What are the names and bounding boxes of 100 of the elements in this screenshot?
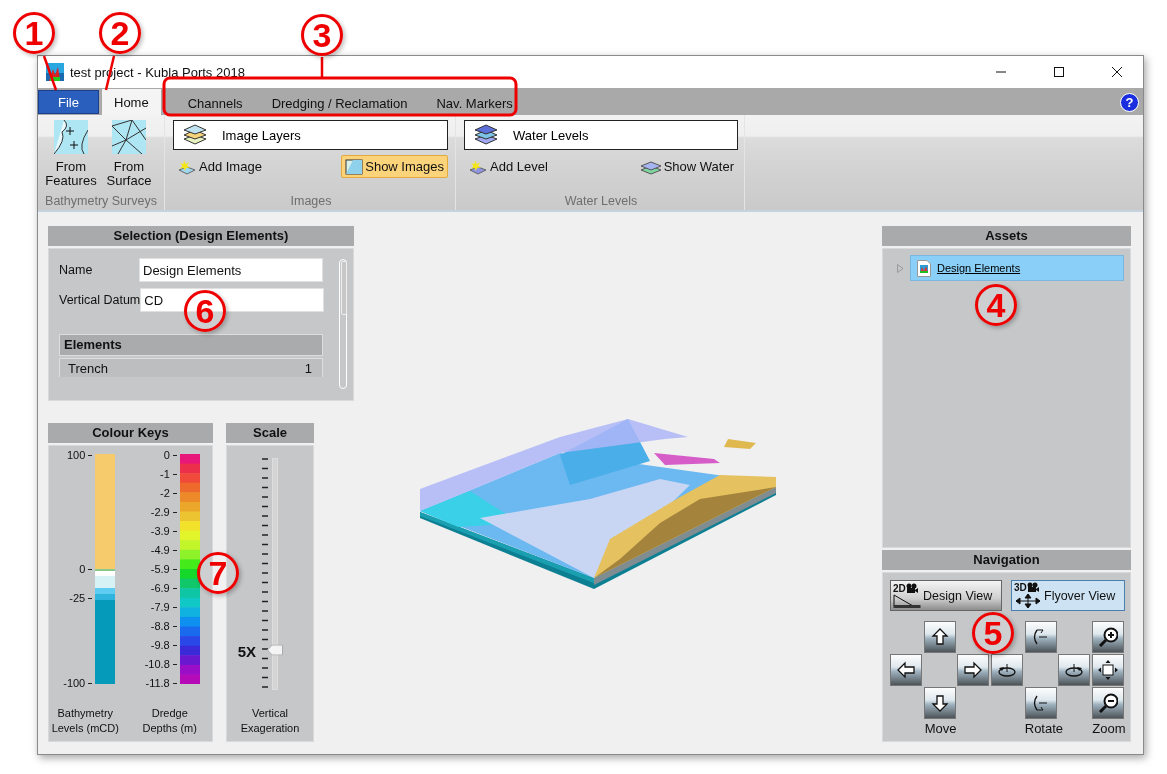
group-label: Water Levels bbox=[563, 194, 639, 210]
add-layer-icon bbox=[468, 158, 488, 175]
callout-marker: 1 bbox=[13, 12, 55, 54]
toggle-button[interactable]: Show Water bbox=[635, 155, 738, 178]
nav-group-label: Move bbox=[923, 721, 958, 736]
panel-header: Selection (Design Elements) bbox=[48, 226, 354, 246]
key-tick-label: -100 bbox=[63, 677, 86, 689]
ribbon-tab[interactable]: Home bbox=[102, 89, 161, 115]
ribbon-tab[interactable]: Channels bbox=[175, 91, 255, 115]
slider-caption: Vertical Exageration bbox=[239, 706, 301, 736]
callout-marker: 2 bbox=[99, 12, 141, 54]
tree-item[interactable]: Design Elements bbox=[910, 255, 1124, 281]
nav-group-label: Zoom bbox=[1092, 721, 1126, 736]
survey-map-icon bbox=[54, 120, 88, 154]
zoom-in-icon bbox=[1098, 627, 1119, 647]
layer-dropdown[interactable]: Image Layers bbox=[173, 120, 448, 150]
field-label: Vertical Datum bbox=[59, 293, 141, 307]
element-count: 1 bbox=[304, 360, 312, 377]
panel-header: Scale bbox=[226, 423, 314, 443]
nav-button[interactable] bbox=[1024, 687, 1057, 719]
text-field[interactable]: Design Elements bbox=[139, 258, 323, 282]
add-button[interactable]: Add Level bbox=[464, 155, 552, 178]
panel-header: Assets bbox=[882, 226, 1131, 246]
ribbon-tab[interactable]: Nav. Markers bbox=[424, 91, 525, 115]
triangle-mesh-icon bbox=[112, 120, 146, 154]
document-icon bbox=[917, 259, 931, 277]
water-layers-icon bbox=[639, 158, 662, 175]
key-tick-label: -11.8 bbox=[145, 677, 170, 689]
movie-camera-icon bbox=[905, 583, 918, 594]
callout-marker: 4 bbox=[975, 284, 1017, 326]
layers-icon bbox=[182, 124, 208, 146]
key-tick-label: -5.9 bbox=[150, 563, 170, 575]
add-button[interactable]: Add Image bbox=[173, 155, 266, 178]
view-mode-button[interactable]: 3D Flyover View bbox=[1011, 580, 1125, 611]
nav-button[interactable] bbox=[923, 687, 956, 719]
ribbon-button[interactable]: From Surface bbox=[102, 120, 156, 194]
ribbon-button[interactable]: From Features bbox=[44, 120, 98, 194]
key-tick-label: -7.9 bbox=[150, 601, 170, 613]
group-label: Bathymetry Surveys bbox=[44, 194, 158, 210]
callout-marker: 6 bbox=[184, 290, 226, 332]
key-tick-label: -4.9 bbox=[150, 544, 170, 556]
key-tick-label: -25 bbox=[69, 591, 86, 604]
key-tick-label: 0 bbox=[79, 563, 86, 575]
nav-button[interactable] bbox=[991, 654, 1024, 686]
key-tick-label: 100 bbox=[66, 449, 86, 461]
nav-button[interactable] bbox=[923, 621, 956, 653]
key-tick-label: -9.8 bbox=[150, 639, 170, 651]
panel-header: Navigation bbox=[882, 550, 1131, 570]
nav-button[interactable] bbox=[1092, 654, 1125, 686]
nav-button[interactable] bbox=[1092, 621, 1125, 653]
nav-button[interactable] bbox=[1058, 654, 1091, 686]
down-arrow-icon bbox=[929, 693, 950, 713]
key-tick-label: -3.9 bbox=[150, 525, 170, 537]
right-arrow-icon bbox=[963, 660, 984, 680]
panel-header: Colour Keys bbox=[48, 423, 213, 443]
list-header: Elements bbox=[59, 334, 323, 356]
key-tick-label: -10.8 bbox=[144, 658, 170, 670]
key-caption: Bathymetry Levels (mCD) bbox=[50, 706, 120, 736]
view-mode-button[interactable]: 2D Design View bbox=[890, 580, 1002, 611]
element-name: Trench bbox=[68, 360, 108, 377]
maximize-icon[interactable] bbox=[1053, 66, 1065, 78]
key-tick-label: -2 bbox=[159, 487, 170, 499]
nav-button[interactable] bbox=[1092, 687, 1125, 719]
toggle-button[interactable]: Show Images bbox=[341, 155, 448, 178]
list-row[interactable]: Trench 1 bbox=[59, 358, 323, 377]
callout-marker: 5 bbox=[972, 612, 1014, 654]
key-tick-label: -2.9 bbox=[150, 506, 170, 518]
picture-icon bbox=[345, 158, 364, 175]
left-arrow-icon bbox=[896, 660, 916, 680]
key-tick-label: -8.8 bbox=[150, 620, 170, 632]
move-arrows-icon bbox=[1014, 593, 1042, 609]
nav-button[interactable] bbox=[957, 654, 990, 686]
add-picture-icon bbox=[177, 158, 197, 175]
key-tick-label: 0 bbox=[163, 449, 170, 461]
ribbon-tab[interactable]: Dredging / Reclamation bbox=[259, 91, 420, 115]
zoom-out-icon bbox=[1098, 693, 1119, 713]
slider-value: 5X bbox=[237, 642, 256, 660]
key-tick-label: -1 bbox=[159, 468, 170, 480]
view-badge-label: 2D bbox=[893, 583, 906, 594]
nav-button[interactable] bbox=[1024, 621, 1057, 653]
set-square-icon bbox=[893, 594, 921, 608]
callout-marker: 3 bbox=[301, 14, 343, 56]
fit-view-icon bbox=[1098, 660, 1119, 680]
key-tick-label: -6.9 bbox=[150, 582, 170, 594]
help-button[interactable]: ? bbox=[1120, 93, 1139, 112]
layers-icon bbox=[473, 124, 499, 146]
leader-line bbox=[42, 55, 58, 91]
close-icon[interactable] bbox=[1111, 66, 1123, 78]
leader-line bbox=[320, 57, 324, 78]
key-caption: Dredge Depths (m) bbox=[141, 706, 198, 736]
up-arrow-icon bbox=[929, 627, 950, 647]
movie-camera-icon bbox=[1026, 582, 1039, 593]
view-badge-label: 3D bbox=[1014, 582, 1027, 593]
slider-thumb[interactable] bbox=[267, 644, 283, 656]
nav-button[interactable] bbox=[890, 654, 922, 686]
field-label: Name bbox=[59, 263, 94, 277]
file-menu-button[interactable]: File bbox=[38, 90, 99, 114]
group-label: Images bbox=[289, 194, 333, 210]
callout-marker: 7 bbox=[197, 552, 239, 594]
layer-dropdown[interactable]: Water Levels bbox=[464, 120, 738, 150]
